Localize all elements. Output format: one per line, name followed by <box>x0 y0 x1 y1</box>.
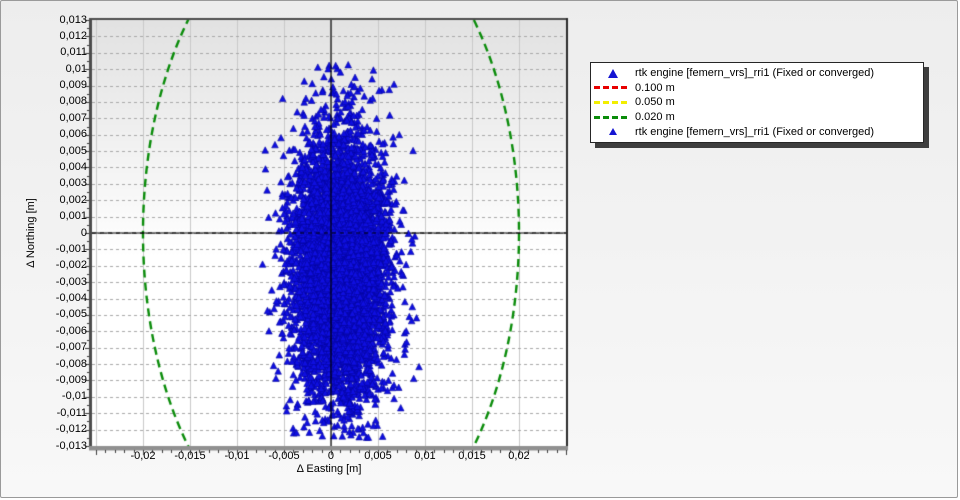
y-tick-label: 0,01 <box>65 62 87 75</box>
y-tick-label: -0,004 <box>55 292 87 305</box>
y-tick-label: 0,005 <box>59 144 87 157</box>
x-axis-title: Δ Easting [m] <box>296 463 362 475</box>
y-tick-label: 0,001 <box>59 210 87 223</box>
y-tick-label: -0,003 <box>55 275 87 288</box>
dashed-line-icon <box>594 115 628 119</box>
legend-item-label: rtk engine [femern_vrs]_rri1 (Fixed or c… <box>635 67 875 80</box>
triangle-marker-icon <box>608 68 618 78</box>
legend-marker-sample <box>591 68 635 78</box>
y-tick-label: 0,002 <box>59 193 87 206</box>
legend: rtk engine [femern_vrs]_rri1 (Fixed or c… <box>590 62 924 143</box>
legend-item-label: 0.050 m <box>635 96 675 109</box>
legend-dash-sample <box>591 115 635 119</box>
legend-item: rtk engine [femern_vrs]_rri1 (Fixed or c… <box>591 124 921 139</box>
legend-item: 0.020 m <box>591 110 921 125</box>
y-tick-label: 0,011 <box>60 46 87 59</box>
y-tick-label: -0,005 <box>55 308 87 321</box>
y-tick-label: 0,008 <box>59 95 87 108</box>
y-axis-title: Δ Northing [m] <box>25 198 37 268</box>
legend-dash-sample <box>591 100 635 104</box>
legend-item-label: rtk engine [femern_vrs]_rri1 (Fixed or c… <box>635 125 875 138</box>
y-tick-label: -0,013 <box>55 439 87 452</box>
dashed-line-icon <box>594 86 628 90</box>
y-tick-label: 0,004 <box>59 160 87 173</box>
y-tick-label: -0,009 <box>55 373 87 386</box>
y-tick-label: -0,01 <box>61 390 87 403</box>
legend-item: rtk engine [femern_vrs]_rri1 (Fixed or c… <box>591 66 921 81</box>
y-tick-label: -0,011 <box>56 406 87 419</box>
y-tick-label: -0,008 <box>55 357 87 370</box>
chart-window: 0,013 0,012 0,011 0,01 0,009 0,008 0,007 0,006 0… <box>0 0 958 498</box>
y-tick-label: 0,013 <box>59 13 87 26</box>
y-tick-label: 0,009 <box>59 79 87 92</box>
legend-item: 0.100 m <box>591 81 921 96</box>
y-tick-label: 0,007 <box>59 111 87 124</box>
y-tick-label: 0 <box>80 226 87 239</box>
y-tick-label: 0,003 <box>59 177 87 190</box>
x-tick-label: 0,02 <box>508 450 530 462</box>
triangle-marker-icon <box>609 128 617 136</box>
y-tick-label: -0,001 <box>55 242 87 255</box>
dashed-line-icon <box>594 100 628 104</box>
y-tick-label: -0,006 <box>55 324 87 337</box>
y-tick-label: -0,007 <box>55 341 87 354</box>
legend-dash-sample <box>591 86 635 90</box>
y-tick-label: 0,012 <box>59 29 87 42</box>
legend-item: 0.050 m <box>591 95 921 110</box>
y-tick-label: -0,012 <box>55 423 87 436</box>
legend-item-label: 0.100 m <box>635 81 675 94</box>
y-tick-label: -0,002 <box>55 259 87 272</box>
legend-item-label: 0.020 m <box>635 111 675 124</box>
legend-marker-sample <box>591 128 635 136</box>
y-tick-label: 0,006 <box>59 128 87 141</box>
